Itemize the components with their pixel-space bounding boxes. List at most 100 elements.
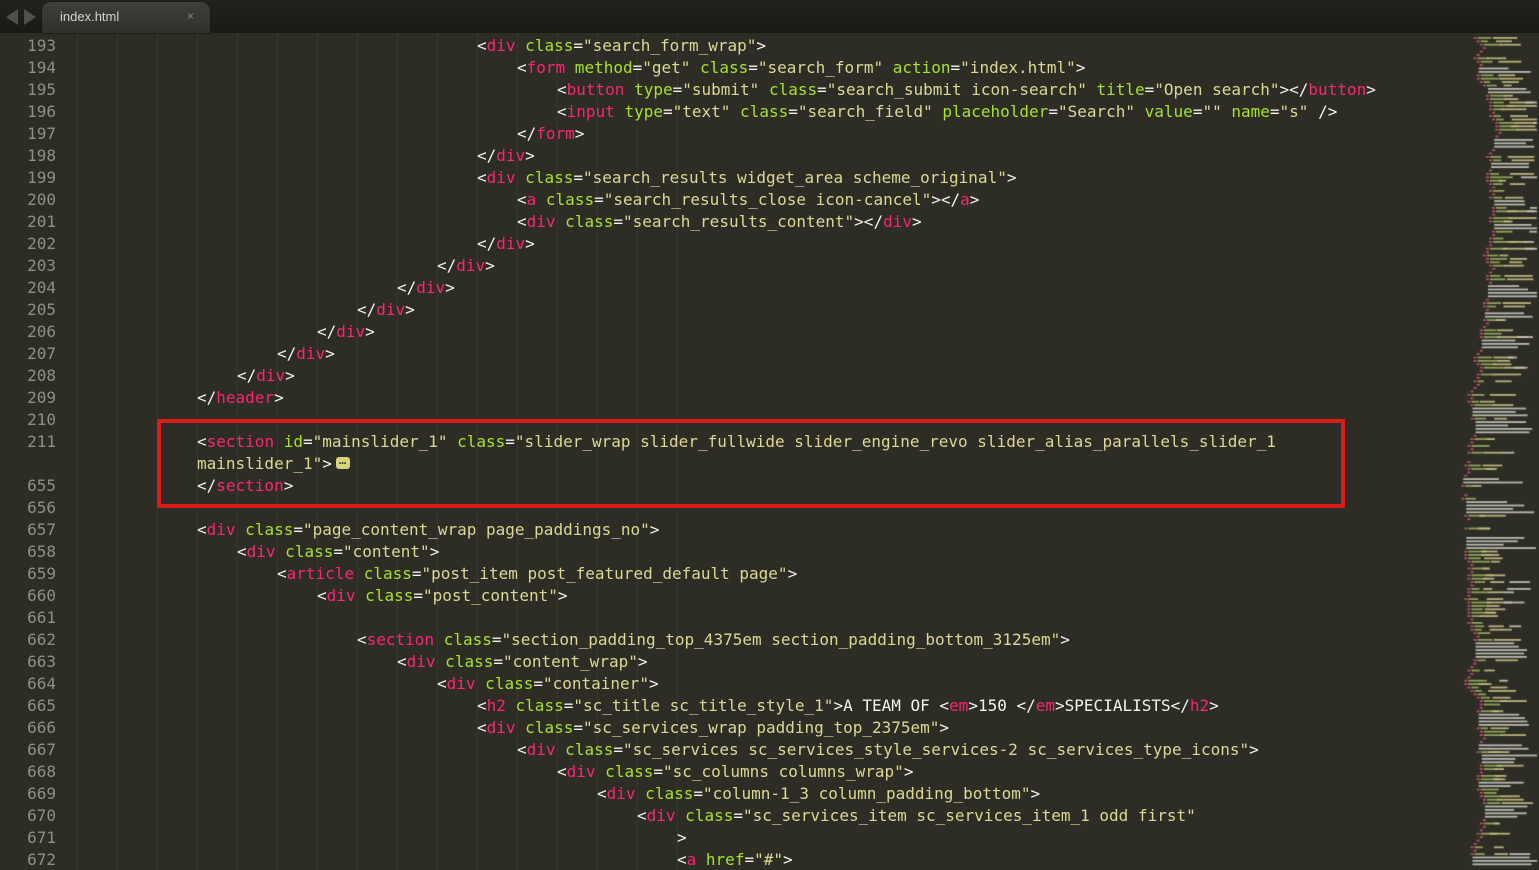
code-line[interactable]: 660<div class="post_content"> <box>0 585 1451 607</box>
code-line[interactable]: 672 <a href="#"> <box>0 849 1451 870</box>
code-line[interactable]: 658 <div class="content"> <box>0 541 1451 563</box>
code-line[interactable]: 204 </div> <box>0 277 1451 299</box>
code-text: <div class="search_results_content"></di… <box>517 211 922 233</box>
code-line[interactable]: 205 </div> <box>0 299 1451 321</box>
line-number[interactable]: 658 <box>0 541 56 563</box>
line-number[interactable]: 671 <box>0 827 56 849</box>
tab-index-html[interactable]: index.html × <box>42 2 210 33</box>
code-text: <a class="search_results_close icon-canc… <box>517 189 979 211</box>
code-text: </div> <box>237 365 295 387</box>
code-text: <section class="section_padding_top_4375… <box>357 629 1070 651</box>
line-number[interactable]: 660 <box>0 585 56 607</box>
tab-close-icon[interactable]: × <box>187 9 194 23</box>
code-line[interactable]: 208 </div> <box>0 365 1451 387</box>
line-number[interactable]: 195 <box>0 79 56 101</box>
line-number[interactable]: 668 <box>0 761 56 783</box>
code-text: </div> <box>357 299 415 321</box>
code-line[interactable]: 197</form> <box>0 123 1451 145</box>
code-line[interactable]: mainslider_1">⋯ <box>0 453 1451 475</box>
line-number[interactable]: 209 <box>0 387 56 409</box>
line-number[interactable]: 205 <box>0 299 56 321</box>
code-line[interactable]: 195<button type="submit" class="search_s… <box>0 79 1451 101</box>
line-number[interactable]: 657 <box>0 519 56 541</box>
tab-title: index.html <box>60 9 119 24</box>
code-line[interactable]: 661 <box>0 607 1451 629</box>
line-number[interactable]: 203 <box>0 255 56 277</box>
line-number[interactable]: 655 <box>0 475 56 497</box>
line-number[interactable]: 669 <box>0 783 56 805</box>
line-number[interactable]: 659 <box>0 563 56 585</box>
code-line[interactable]: 668<div class="sc_columns columns_wrap"> <box>0 761 1451 783</box>
code-text: <a href="#"> <box>677 849 793 870</box>
forward-arrow-icon[interactable] <box>24 9 36 25</box>
code-line[interactable]: 206</div> <box>0 321 1451 343</box>
code-text: <div class="search_form_wrap"> <box>477 35 766 57</box>
line-number[interactable]: 198 <box>0 145 56 167</box>
code-line[interactable]: 207</div> <box>0 343 1451 365</box>
code-text: </div> <box>397 277 455 299</box>
code-text: <section id="mainslider_1" class="slider… <box>197 431 1276 453</box>
code-line[interactable]: 669<div class="column-1_3 column_padding… <box>0 783 1451 805</box>
code-line[interactable]: 194<form method="get" class="search_form… <box>0 57 1451 79</box>
code-line[interactable]: 664<div class="container"> <box>0 673 1451 695</box>
line-number[interactable]: 665 <box>0 695 56 717</box>
back-arrow-icon[interactable] <box>6 9 18 25</box>
fold-marker-icon[interactable]: ⋯ <box>336 457 350 469</box>
code-line[interactable]: 199 <div class="search_results widget_are… <box>0 167 1451 189</box>
code-line[interactable]: 659<article class="post_item post_featur… <box>0 563 1451 585</box>
code-line[interactable]: 200 <a class="search_results_close icon-c… <box>0 189 1451 211</box>
line-number[interactable]: 197 <box>0 123 56 145</box>
code-line[interactable]: 667 <div class="sc_services sc_services_s… <box>0 739 1451 761</box>
code-line[interactable]: 655</section> <box>0 475 1451 497</box>
line-number[interactable]: 207 <box>0 343 56 365</box>
code-text: > <box>677 827 687 849</box>
code-line[interactable]: 657<div class="page_content_wrap page_pa… <box>0 519 1451 541</box>
line-number[interactable]: 202 <box>0 233 56 255</box>
code-text: <div class="content"> <box>237 541 439 563</box>
code-text: mainslider_1">⋯ <box>197 453 350 475</box>
code-line[interactable]: 203</div> <box>0 255 1451 277</box>
line-number[interactable]: 208 <box>0 365 56 387</box>
code-line[interactable]: 193 <div class="search_form_wrap"> <box>0 35 1451 57</box>
code-text: <div class="sc_services sc_services_styl… <box>517 739 1259 761</box>
code-text: <div class="search_results widget_area s… <box>477 167 1016 189</box>
code-line[interactable]: 209 </header> <box>0 387 1451 409</box>
line-number[interactable]: 667 <box>0 739 56 761</box>
line-number[interactable]: 199 <box>0 167 56 189</box>
line-number[interactable]: 656 <box>0 497 56 519</box>
code-line[interactable]: 211 <section id="mainslider_1" class="sli… <box>0 431 1451 453</box>
line-number[interactable]: 666 <box>0 717 56 739</box>
line-number[interactable]: 200 <box>0 189 56 211</box>
line-number[interactable]: 211 <box>0 431 56 453</box>
code-line[interactable]: 665<h2 class="sc_title sc_title_style_1"… <box>0 695 1451 717</box>
code-line[interactable]: 210 <box>0 409 1451 431</box>
code-line[interactable]: 656 <box>0 497 1451 519</box>
line-number[interactable]: 662 <box>0 629 56 651</box>
code-line[interactable]: 196<input type="text" class="search_fiel… <box>0 101 1451 123</box>
line-number[interactable]: 193 <box>0 35 56 57</box>
code-text: </div> <box>477 145 535 167</box>
minimap[interactable] <box>1451 33 1539 870</box>
code-line[interactable]: 663<div class="content_wrap"> <box>0 651 1451 673</box>
code-line[interactable]: 666<div class="sc_services_wrap padding_… <box>0 717 1451 739</box>
code-line[interactable]: 670<div class="sc_services_item sc_servi… <box>0 805 1451 827</box>
code-line[interactable]: 662 <section class="section_padding_top_4… <box>0 629 1451 651</box>
code-line[interactable]: 201 <div class="search_results_content"><… <box>0 211 1451 233</box>
line-number[interactable]: 196 <box>0 101 56 123</box>
line-number[interactable]: 663 <box>0 651 56 673</box>
line-number[interactable]: 672 <box>0 849 56 870</box>
code-line[interactable]: 198 </div> <box>0 145 1451 167</box>
line-number[interactable]: 194 <box>0 57 56 79</box>
line-number[interactable]: 661 <box>0 607 56 629</box>
code-line[interactable]: 202</div> <box>0 233 1451 255</box>
code-text: </header> <box>197 387 284 409</box>
line-number[interactable]: 201 <box>0 211 56 233</box>
line-number[interactable]: 206 <box>0 321 56 343</box>
code-line[interactable]: 671 > <box>0 827 1451 849</box>
code-editor[interactable]: 193 <div class="search_form_wrap">194<for… <box>0 33 1451 870</box>
line-number[interactable]: 670 <box>0 805 56 827</box>
line-number[interactable] <box>0 453 56 475</box>
line-number[interactable]: 204 <box>0 277 56 299</box>
line-number[interactable]: 210 <box>0 409 56 431</box>
line-number[interactable]: 664 <box>0 673 56 695</box>
